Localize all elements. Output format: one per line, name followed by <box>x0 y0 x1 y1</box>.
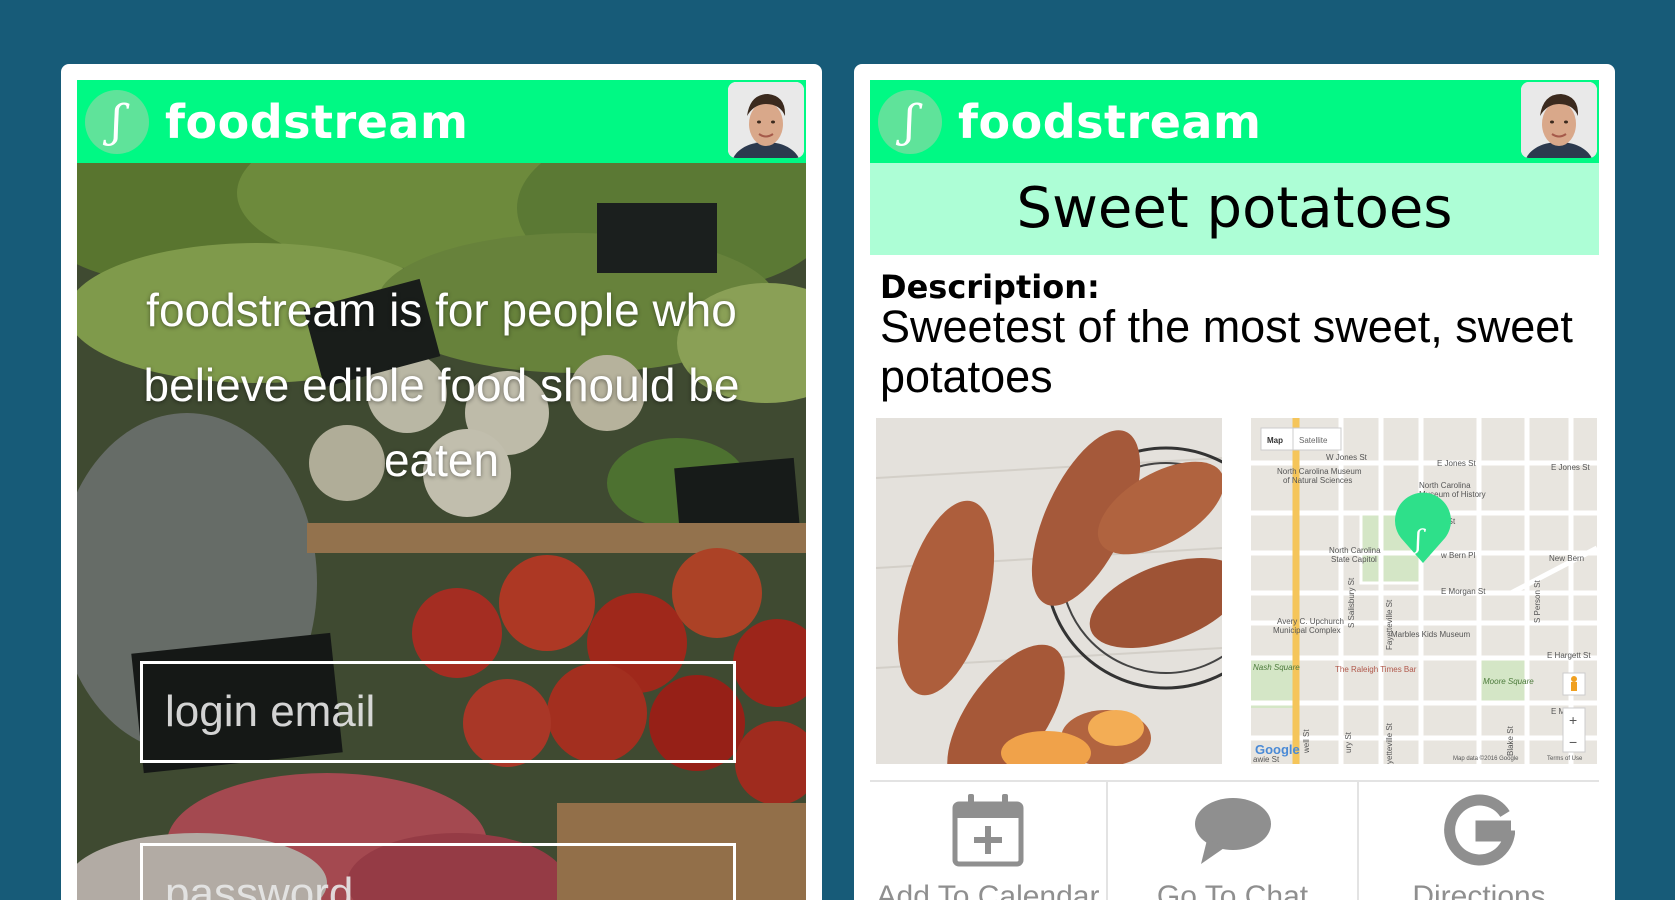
login-email-input[interactable] <box>140 661 736 763</box>
map-zoom-out-button[interactable]: − <box>1569 734 1577 750</box>
map-label: E Jones St <box>1551 463 1590 472</box>
google-logo: Google <box>1255 742 1300 757</box>
item-title: Sweet potatoes <box>1016 176 1453 241</box>
map-label: North Carolina <box>1329 546 1381 555</box>
avatar-portrait-icon <box>728 82 804 158</box>
login-screen: foodstream is for people who believe edi… <box>77 80 806 900</box>
calendar-add-icon <box>952 794 1024 867</box>
app-header: ʃ foodstream <box>77 80 806 163</box>
description-text: Sweetest of the most sweet, sweet potato… <box>880 301 1573 402</box>
map-label: Avery C. Upchurch <box>1277 617 1344 626</box>
map-label: The Raleigh Times Bar <box>1335 665 1417 674</box>
map-tab-satellite[interactable]: Satellite <box>1299 436 1328 445</box>
directions-button[interactable]: Directions <box>1359 782 1599 900</box>
map-label: well St <box>1302 729 1311 754</box>
app-header: ʃ foodstream <box>870 80 1599 163</box>
go-to-chat-button[interactable]: Go To Chat <box>1108 782 1357 900</box>
foodstream-logo-icon[interactable]: ʃ <box>85 90 149 154</box>
map-label: North Carolina Museum <box>1277 467 1362 476</box>
map-label: W Jones St <box>1326 453 1368 462</box>
add-to-calendar-button[interactable]: Add To Calendar <box>870 782 1106 900</box>
sweet-potatoes-photo <box>875 418 1288 792</box>
map-label: Moore Square <box>1483 677 1534 686</box>
brand-name: foodstream <box>165 95 469 149</box>
map-label: of Natural Sciences <box>1283 476 1352 485</box>
user-avatar[interactable] <box>1521 82 1597 158</box>
map-terms-link[interactable]: Terms of Use <box>1547 756 1583 762</box>
map-label: State Capitol <box>1331 555 1377 564</box>
location-map[interactable]: Map Satellite W Jones St E Jones St E Jo… <box>1251 418 1599 764</box>
detail-screen: ʃ foodstream Sweet potatoes Description:… <box>870 80 1599 900</box>
map-label: Marbles Kids Museum <box>1391 630 1470 639</box>
map-label: S Person St <box>1533 580 1542 623</box>
action-label: Add To Calendar <box>876 880 1100 900</box>
phone-detail-screen: ʃ foodstream Sweet potatoes Description:… <box>854 64 1615 900</box>
map-label: E Hargett St <box>1547 651 1591 660</box>
map-label: New Bern <box>1549 554 1584 563</box>
map-label: ury St <box>1344 731 1353 753</box>
action-label: Go To Chat <box>1156 880 1309 900</box>
google-g-icon <box>1444 794 1515 866</box>
avatar-portrait-icon <box>1521 82 1597 158</box>
map-label: S Salisbury St <box>1347 577 1356 628</box>
map-label: E Morgan St <box>1441 587 1486 596</box>
map-copyright: Map data ©2016 Google <box>1453 755 1519 762</box>
phone-login-screen: foodstream is for people who believe edi… <box>61 64 822 900</box>
map-label: North Carolina <box>1419 481 1471 490</box>
hero-background: foodstream is for people who believe edi… <box>77 163 806 900</box>
foodstream-logo-icon[interactable]: ʃ <box>878 90 942 154</box>
item-title-bar: Sweet potatoes <box>870 163 1599 255</box>
password-input[interactable] <box>140 843 736 900</box>
chat-bubble-icon <box>1194 798 1271 864</box>
map-label: w Bern Pl <box>1440 551 1475 560</box>
tagline-text: foodstream is for people who believe edi… <box>143 284 740 486</box>
map-label: Municipal Complex <box>1273 626 1341 635</box>
map-label: yetteville St <box>1385 722 1394 764</box>
map-label: Fayetteville St <box>1385 599 1394 650</box>
map-zoom-in-button[interactable]: + <box>1569 712 1577 728</box>
map-label: E Jones St <box>1437 459 1476 468</box>
user-avatar[interactable] <box>728 82 804 158</box>
action-label: Directions <box>1412 880 1546 900</box>
brand-name: foodstream <box>958 95 1262 149</box>
map-tab-map[interactable]: Map <box>1267 436 1283 445</box>
map-label: Blake St <box>1506 725 1515 756</box>
map-label: Nash Square <box>1253 663 1300 672</box>
